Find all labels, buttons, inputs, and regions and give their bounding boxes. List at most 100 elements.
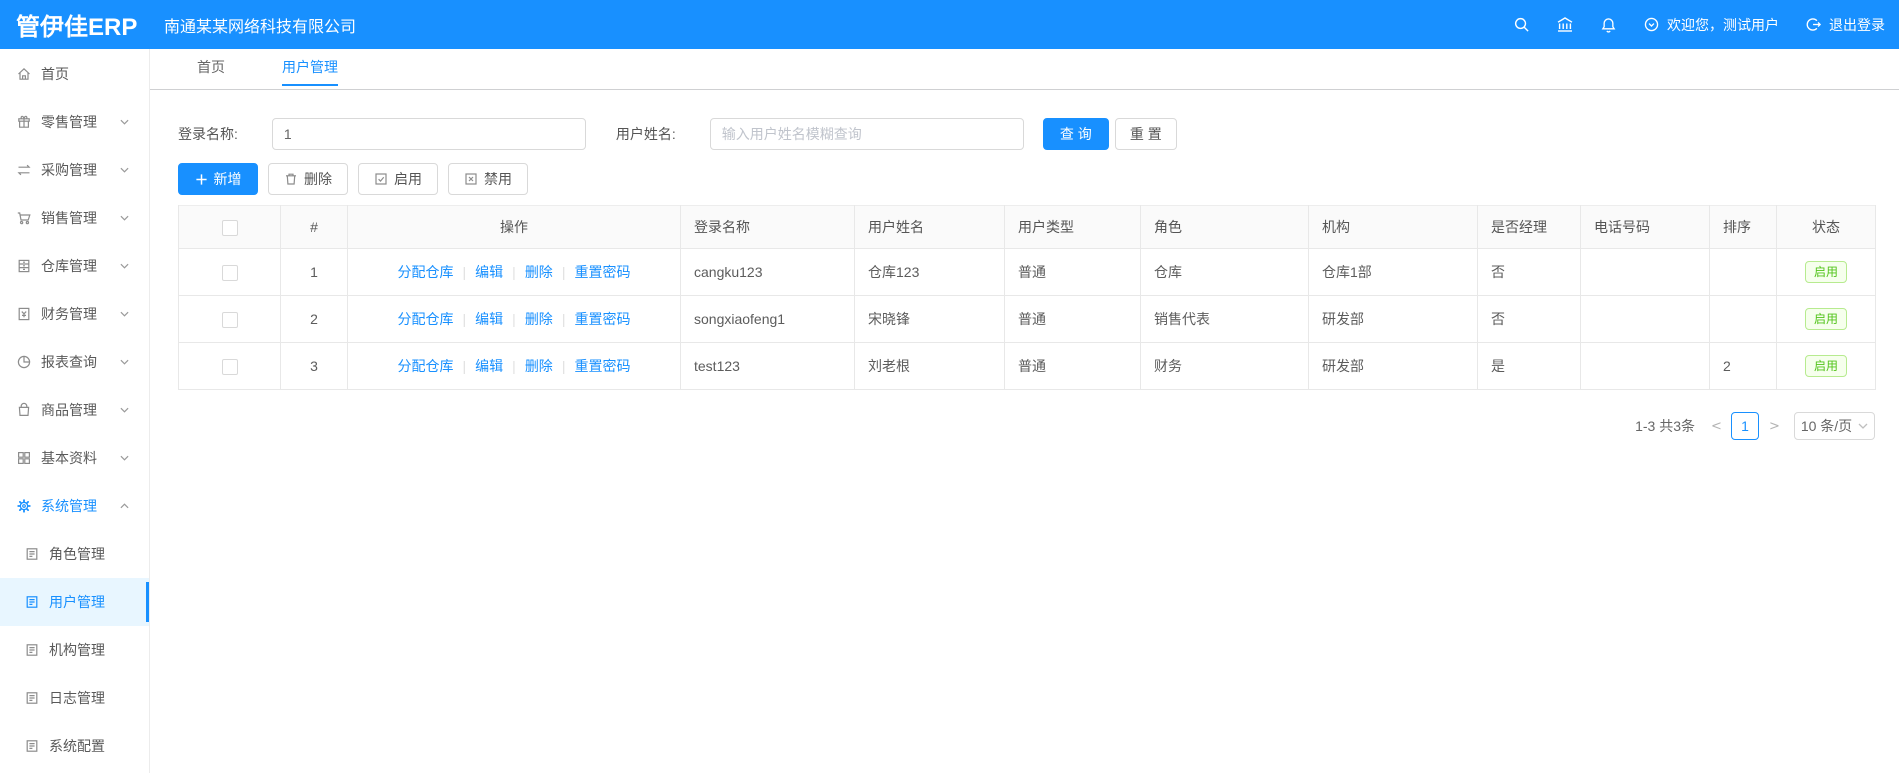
bell-icon[interactable] bbox=[1600, 16, 1617, 34]
sidebar-item-label: 首页 bbox=[41, 66, 69, 82]
check-square-icon bbox=[375, 173, 387, 185]
login-name-label: 登录名称: bbox=[178, 126, 238, 142]
delete-link[interactable]: 删除 bbox=[525, 358, 553, 374]
cell-role: 仓库 bbox=[1140, 248, 1309, 296]
cell-org: 仓库1部 bbox=[1308, 248, 1478, 296]
cell-type: 普通 bbox=[1004, 342, 1141, 390]
delete-link[interactable]: 删除 bbox=[525, 264, 553, 280]
add-button[interactable]: 新增 bbox=[178, 163, 258, 195]
row-checkbox[interactable] bbox=[221, 311, 238, 328]
sidebar-item-role[interactable]: 角色管理 bbox=[0, 530, 149, 578]
column-header: 操作 bbox=[347, 205, 681, 249]
sidebar-item-user[interactable]: 用户管理 bbox=[0, 578, 149, 626]
sidebar-item-product[interactable]: 商品管理 bbox=[0, 386, 149, 434]
cell-index: 2 bbox=[280, 295, 348, 343]
trash-icon bbox=[286, 173, 296, 185]
cell-status: 启用 bbox=[1776, 295, 1876, 343]
search-button[interactable]: 查 询 bbox=[1042, 118, 1109, 150]
sidebar-item-label: 报表查询 bbox=[41, 354, 97, 370]
column-header: # bbox=[280, 205, 348, 249]
status-badge: 启用 bbox=[1804, 308, 1847, 330]
sidebar-item-finance[interactable]: 财务管理 bbox=[0, 290, 149, 338]
assign-warehouse-link[interactable]: 分配仓库 bbox=[398, 358, 454, 374]
chevron-down-icon bbox=[120, 215, 129, 221]
column-header: 状态 bbox=[1776, 205, 1876, 249]
status-badge: 启用 bbox=[1804, 355, 1847, 377]
cell-select bbox=[178, 295, 281, 343]
disable-button[interactable]: 禁用 bbox=[448, 163, 528, 195]
sidebar-item-report[interactable]: 报表查询 bbox=[0, 338, 149, 386]
edit-link[interactable]: 编辑 bbox=[475, 311, 503, 327]
edit-link[interactable]: 编辑 bbox=[475, 358, 503, 374]
table-row: 1 分配仓库 | 编辑 | 删除 | 重置密码 cangku123 仓库123 普通 仓库 仓库1部否 启… bbox=[178, 248, 1876, 296]
tab-home[interactable]: 首页 bbox=[197, 49, 225, 86]
next-page-button[interactable]: > bbox=[1769, 419, 1780, 434]
page-size-value: 10 条/页 bbox=[1800, 418, 1853, 434]
app-logo: 管伊佳ERP bbox=[16, 14, 138, 41]
welcome-user[interactable]: 欢迎您，测试用户 bbox=[1643, 15, 1779, 35]
sidebar-item-org[interactable]: 机构管理 bbox=[0, 626, 149, 674]
plus-icon bbox=[195, 173, 207, 185]
sidebar-item-warehouse[interactable]: 仓库管理 bbox=[0, 242, 149, 290]
sidebar-item-config[interactable]: 系统配置 bbox=[0, 722, 149, 770]
sidebar-item-base-data[interactable]: 基本资料 bbox=[0, 434, 149, 482]
bank-icon[interactable] bbox=[1556, 16, 1574, 33]
column-header: 用户类型 bbox=[1004, 205, 1141, 249]
cell-login: songxiaofeng1 bbox=[680, 295, 855, 343]
column-header: 电话号码 bbox=[1580, 205, 1710, 249]
search-icon[interactable] bbox=[1513, 16, 1530, 33]
sidebar-item-log[interactable]: 日志管理 bbox=[0, 674, 149, 722]
login-name-input[interactable] bbox=[271, 118, 586, 150]
doc-icon bbox=[24, 642, 40, 658]
welcome-text: 欢迎您，测试用户 bbox=[1667, 16, 1779, 33]
delete-button[interactable]: 删除 bbox=[268, 163, 348, 195]
cell-login: cangku123 bbox=[680, 248, 855, 296]
cell-operations: 分配仓库 | 编辑 | 删除 | 重置密码 bbox=[347, 248, 681, 296]
table-header-row: # 操作 登录名称 用户姓名 用户类型 角色 机构 是否经理 电话号码 排序 状态 bbox=[178, 205, 1876, 249]
assign-warehouse-link[interactable]: 分配仓库 bbox=[398, 264, 454, 280]
cell-sort bbox=[1709, 248, 1777, 296]
chevron-down-icon bbox=[1858, 423, 1868, 429]
chevron-down-icon bbox=[120, 359, 129, 365]
enable-button[interactable]: 启用 bbox=[358, 163, 438, 195]
delete-link[interactable]: 删除 bbox=[525, 311, 553, 327]
cell-status: 启用 bbox=[1776, 248, 1876, 296]
cell-status: 启用 bbox=[1776, 342, 1876, 390]
sidebar-item-label: 商品管理 bbox=[41, 402, 97, 418]
row-checkbox[interactable] bbox=[221, 358, 238, 375]
cell-phone bbox=[1580, 342, 1710, 390]
reset-password-link[interactable]: 重置密码 bbox=[574, 264, 630, 280]
edit-link[interactable]: 编辑 bbox=[475, 264, 503, 280]
row-checkbox[interactable] bbox=[221, 264, 238, 281]
cell-login: test123 bbox=[680, 342, 855, 390]
gear-icon bbox=[16, 498, 32, 514]
header-select-all bbox=[178, 205, 281, 249]
tab-user-management[interactable]: 用户管理 bbox=[282, 49, 338, 86]
user-name-input[interactable] bbox=[709, 118, 1024, 150]
column-header: 角色 bbox=[1140, 205, 1309, 249]
current-page-button[interactable]: 1 bbox=[1731, 412, 1759, 440]
reset-password-link[interactable]: 重置密码 bbox=[574, 311, 630, 327]
sidebar-item-label: 基本资料 bbox=[41, 450, 97, 466]
assign-warehouse-link[interactable]: 分配仓库 bbox=[398, 311, 454, 327]
reset-button[interactable]: 重 置 bbox=[1114, 118, 1177, 150]
sidebar-item-home[interactable]: 首页 bbox=[0, 50, 149, 98]
chevron-down-icon bbox=[120, 455, 129, 461]
sidebar-item-purchase[interactable]: 采购管理 bbox=[0, 146, 149, 194]
cell-operations: 分配仓库 | 编辑 | 删除 | 重置密码 bbox=[347, 295, 681, 343]
sidebar-item-label: 仓库管理 bbox=[41, 258, 97, 274]
cell-name: 宋晓锋 bbox=[854, 295, 1005, 343]
logout-button[interactable]: 退出登录 bbox=[1805, 15, 1885, 35]
sidebar-item-label: 零售管理 bbox=[41, 114, 97, 130]
sidebar-item-system[interactable]: 系统管理 bbox=[0, 482, 149, 530]
cell-phone bbox=[1580, 248, 1710, 296]
prev-page-button[interactable]: < bbox=[1711, 419, 1722, 434]
reset-password-link[interactable]: 重置密码 bbox=[574, 358, 630, 374]
page-size-select[interactable]: 10 条/页 bbox=[1794, 412, 1875, 440]
sales-icon bbox=[16, 210, 32, 226]
sidebar-item-sales[interactable]: 销售管理 bbox=[0, 194, 149, 242]
status-badge: 启用 bbox=[1804, 261, 1847, 283]
select-all-checkbox[interactable] bbox=[221, 219, 238, 236]
sidebar-item-retail[interactable]: 零售管理 bbox=[0, 98, 149, 146]
finance-icon bbox=[16, 306, 32, 322]
